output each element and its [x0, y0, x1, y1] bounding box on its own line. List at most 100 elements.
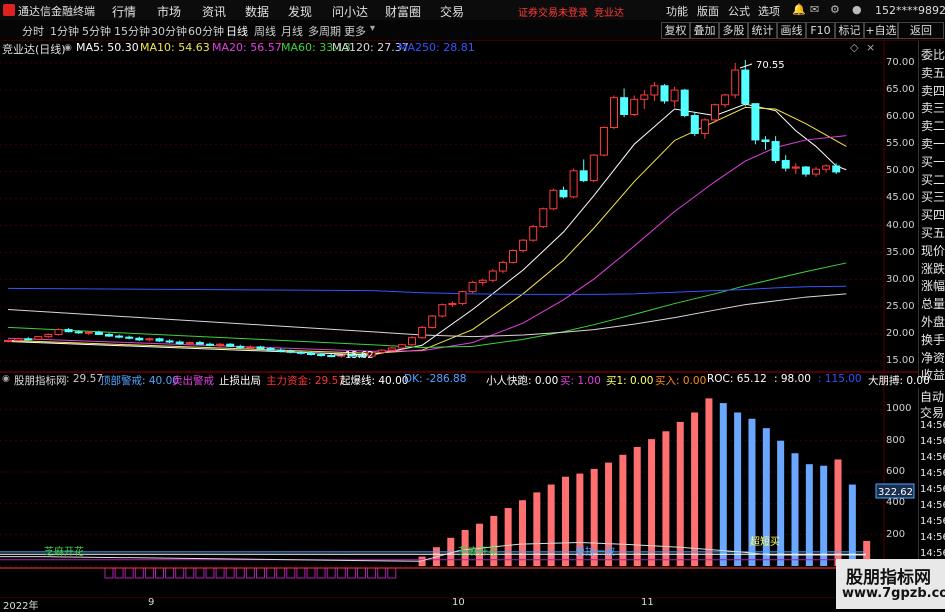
- side-panel-label[interactable]: 买二: [921, 171, 945, 188]
- candle-body: [387, 347, 396, 351]
- candle-body: [509, 249, 517, 263]
- candle-body: [660, 85, 669, 102]
- candle-body: [24, 338, 33, 341]
- add-watchlist-button[interactable]: +自选: [864, 22, 898, 39]
- restore-rights-button[interactable]: 复权: [661, 22, 690, 39]
- f10-button[interactable]: F10: [806, 22, 835, 39]
- price-tick: 25.00: [886, 300, 915, 312]
- tick-time-label: 14:56: [920, 452, 945, 463]
- tick-time-label: 14:56: [920, 436, 945, 447]
- menu-trade[interactable]: 交易: [440, 3, 464, 20]
- indicator-tick: 800: [886, 434, 906, 446]
- avatar-icon[interactable]: ●: [852, 3, 862, 16]
- statistics-button[interactable]: 统计: [748, 22, 777, 39]
- candle-body: [195, 342, 204, 345]
- side-panel-label[interactable]: 涨跌: [921, 260, 945, 277]
- menu-function[interactable]: 功能: [666, 3, 688, 19]
- side-panel-label[interactable]: 买五: [921, 224, 945, 241]
- ind-item-13: : 115.00: [818, 373, 862, 385]
- menu-ask[interactable]: 问小达: [332, 3, 368, 20]
- indicator-bar: [705, 398, 713, 566]
- menu-layout[interactable]: 版面: [697, 3, 719, 19]
- chevron-down-icon[interactable]: ▾: [370, 23, 375, 34]
- user-id[interactable]: 152****9892: [875, 4, 945, 17]
- side-panel-label[interactable]: 外盘: [921, 313, 945, 330]
- period-daily[interactable]: 日线: [226, 23, 248, 39]
- menu-discover[interactable]: 发现: [288, 3, 312, 20]
- period-5min[interactable]: 5分钟: [82, 23, 111, 39]
- candle-body: [84, 331, 93, 334]
- candle-body: [428, 315, 437, 328]
- login-notice[interactable]: 证券交易未登录: [518, 4, 588, 19]
- ma-line-ma120: [7, 293, 847, 338]
- back-button[interactable]: 返回: [898, 22, 944, 39]
- ind-item-5: 起爆线: 40.00: [340, 375, 409, 387]
- side-panel-label[interactable]: 卖五: [921, 64, 945, 81]
- side-panel-label[interactable]: 涨幅: [921, 277, 945, 294]
- period-30min[interactable]: 30分钟: [151, 23, 187, 39]
- negative-bar: [144, 567, 154, 579]
- side-panel-label[interactable]: 委比: [921, 46, 945, 63]
- side-panel-label[interactable]: 总量: [921, 295, 945, 312]
- overlay-button[interactable]: 叠加: [690, 22, 719, 39]
- multi-stock-button[interactable]: 多股: [719, 22, 748, 39]
- ind-item-14: 大朋搏: 0.00: [868, 375, 930, 387]
- candle-body: [569, 170, 578, 198]
- side-panel-label[interactable]: 换手: [921, 331, 945, 348]
- signal-label-3: 要拉一波: [575, 547, 615, 558]
- signal-label-1: 芝麻开花: [44, 547, 84, 558]
- ind-item-2: 卖出警戒: [172, 375, 214, 387]
- chart-area[interactable]: 70.55 15.62 322.62: [0, 41, 918, 597]
- period-monthly[interactable]: 月线: [281, 23, 303, 39]
- side-panel-label[interactable]: 卖三: [921, 99, 945, 116]
- period-intraday[interactable]: 分时: [22, 23, 44, 39]
- ind-item-0: : 29.57: [66, 373, 103, 385]
- side-panel-label[interactable]: 现价: [921, 242, 945, 259]
- menu-market[interactable]: 市场: [157, 3, 181, 20]
- negative-bar: [175, 567, 185, 579]
- negative-bar: [124, 567, 134, 579]
- negative-bar: [165, 567, 175, 579]
- side-panel-label[interactable]: 买一: [921, 153, 945, 170]
- ind-item-7: 小人快跑: 0.00: [486, 375, 559, 387]
- menu-news[interactable]: 资讯: [202, 3, 226, 20]
- candle-body: [317, 353, 326, 357]
- candle-body: [307, 352, 315, 355]
- candle-body: [549, 189, 558, 210]
- period-1min[interactable]: 1分钟: [50, 23, 79, 39]
- period-60min[interactable]: 60分钟: [188, 23, 224, 39]
- candle-body: [630, 98, 639, 115]
- indicator-bar: [619, 454, 627, 566]
- draw-line-button[interactable]: 画线: [777, 22, 806, 39]
- side-panel-label[interactable]: 卖二: [921, 117, 945, 134]
- candle-body: [206, 343, 214, 346]
- negative-bar: [185, 567, 195, 579]
- mark-button[interactable]: 标记: [835, 22, 864, 39]
- bell-icon[interactable]: 🔔: [792, 3, 806, 16]
- menu-wealth[interactable]: 财富圈: [385, 3, 421, 20]
- side-panel-label[interactable]: 卖一: [921, 135, 945, 152]
- side-panel-label[interactable]: 买三: [921, 188, 945, 205]
- message-icon[interactable]: ✉: [810, 3, 819, 16]
- period-weekly[interactable]: 周线: [254, 23, 276, 39]
- menu-data[interactable]: 数据: [245, 3, 269, 20]
- candle-body: [185, 342, 194, 345]
- menu-quotes[interactable]: 行情: [112, 3, 136, 20]
- watermark-title: 股朋指标网: [846, 568, 931, 588]
- indicator-bar: [805, 464, 813, 566]
- indicator-settings-icon[interactable]: ◉: [2, 374, 10, 384]
- menu-options[interactable]: 选项: [758, 3, 780, 19]
- side-panel-label[interactable]: 买四: [921, 206, 945, 223]
- gear-icon[interactable]: ⚙: [830, 3, 840, 16]
- menu-formula[interactable]: 公式: [728, 3, 750, 19]
- price-tick: 50.00: [886, 165, 915, 177]
- period-more[interactable]: 更多: [344, 23, 366, 39]
- low-label: 15.62: [345, 350, 374, 361]
- side-panel-label[interactable]: 净资: [921, 349, 945, 366]
- signal-label-4: 超短买: [750, 537, 780, 548]
- side-panel-label[interactable]: 卖四: [921, 82, 945, 99]
- candle-body: [781, 160, 790, 169]
- period-15min[interactable]: 15分钟: [114, 23, 150, 39]
- watermark-url: www.7gpzb.com: [842, 586, 945, 601]
- period-multi[interactable]: 多周期: [308, 23, 341, 39]
